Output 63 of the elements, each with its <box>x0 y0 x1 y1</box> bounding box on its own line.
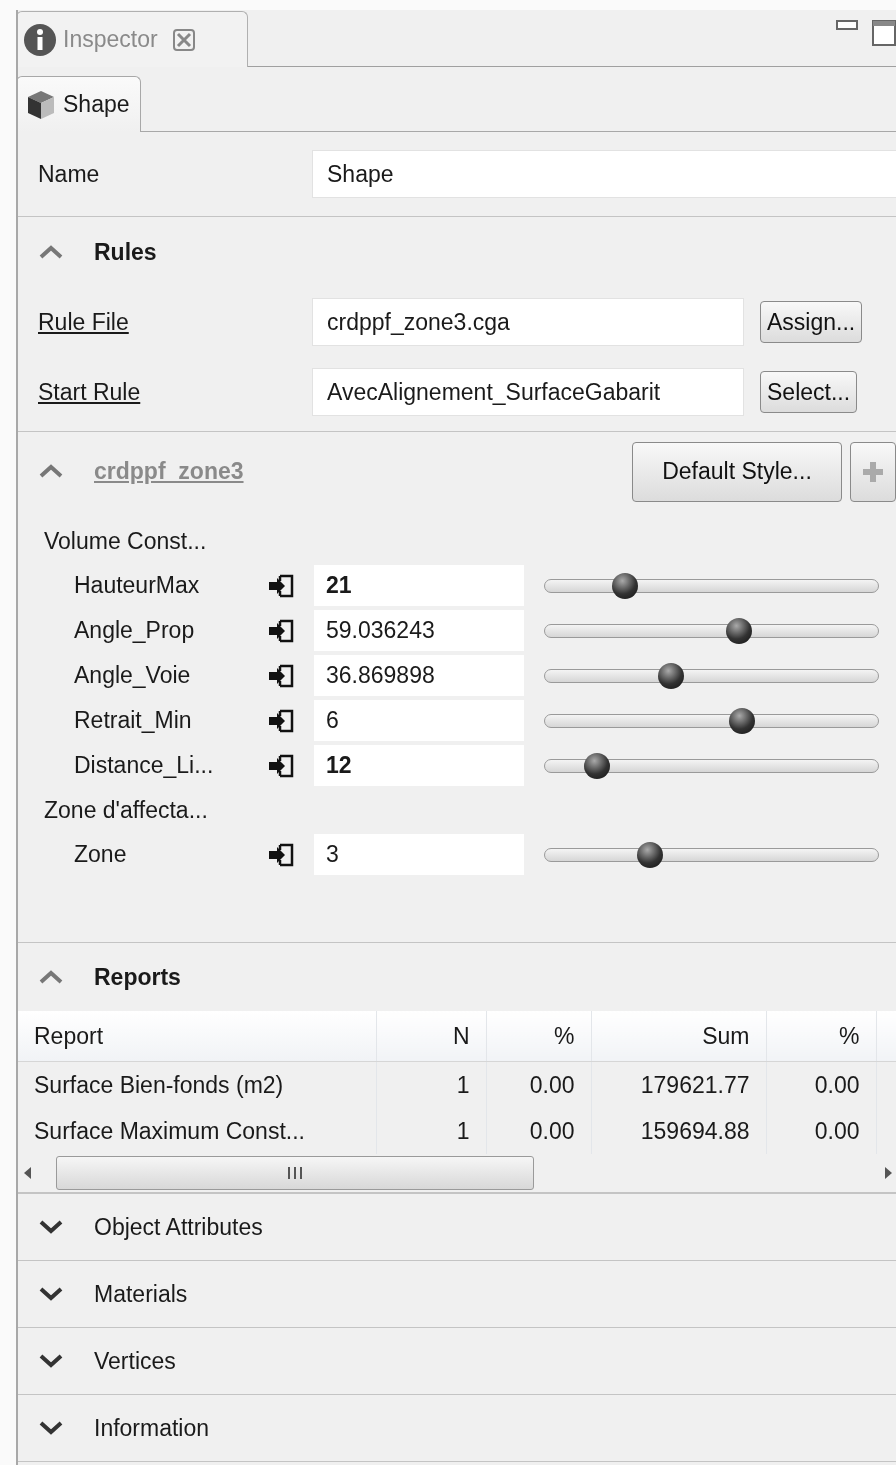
connect-icon[interactable] <box>268 842 294 867</box>
section-title: Rules <box>94 238 157 266</box>
name-field[interactable]: Shape <box>312 150 896 198</box>
name-label: Name <box>37 160 101 188</box>
assign-button[interactable]: Assign... <box>760 301 863 343</box>
table-cell: 0.00 <box>486 1061 591 1108</box>
rule-link[interactable]: Rule File <box>18 308 312 336</box>
section-title: crdppf_zone3 <box>94 458 244 485</box>
connect-icon[interactable] <box>268 753 294 778</box>
chevron-up-icon[interactable] <box>38 968 64 985</box>
parameter-label: Angle_Prop <box>74 617 196 644</box>
rule-link[interactable]: Start Rule <box>18 378 312 406</box>
group-label: Volume Const... <box>43 526 208 556</box>
info-icon <box>23 22 57 57</box>
scroll-right-icon[interactable] <box>884 1166 894 1180</box>
connect-icon[interactable] <box>268 573 294 598</box>
cube-icon <box>27 88 55 121</box>
horizontal-scrollbar[interactable] <box>18 1154 896 1193</box>
slider-track[interactable] <box>544 572 879 599</box>
connect-icon[interactable] <box>268 618 294 643</box>
shape-tab[interactable]: Shape <box>18 76 141 132</box>
slider-track[interactable] <box>544 752 879 779</box>
chevron-down-icon[interactable] <box>38 1352 64 1369</box>
maximize-icon[interactable] <box>872 20 896 46</box>
group-label: Zone d'affecta... <box>43 795 209 825</box>
column-header[interactable]: Report <box>18 1011 376 1062</box>
scroll-left-icon[interactable] <box>22 1166 32 1180</box>
column-header[interactable]: Sum <box>591 1011 766 1062</box>
chevron-down-icon[interactable] <box>38 1285 64 1302</box>
section-title: Vertices <box>94 1347 176 1375</box>
parameter-label: Angle_Voie <box>74 662 192 689</box>
plus-icon <box>862 460 884 483</box>
column-header[interactable]: % <box>766 1011 876 1062</box>
slider-track[interactable] <box>544 662 879 689</box>
assign-button[interactable]: Select... <box>760 371 858 413</box>
column-header[interactable]: N <box>376 1011 486 1062</box>
parameter-label: HauteurMax <box>74 572 201 599</box>
chevron-up-icon[interactable] <box>38 243 64 260</box>
table-cell: 0.00 <box>766 1061 876 1108</box>
section-title: Reports <box>94 963 181 991</box>
slider-track[interactable] <box>544 841 879 868</box>
rule-field[interactable]: AvecAlignement_SurfaceGabarit <box>312 368 744 416</box>
minimize-icon[interactable] <box>836 20 858 32</box>
parameter-label: Distance_Li... <box>74 752 215 779</box>
connect-icon[interactable] <box>268 663 294 688</box>
section-title: Object Attributes <box>94 1213 263 1241</box>
chevron-down-icon[interactable] <box>38 1218 64 1235</box>
rule-field[interactable]: crdppf_zone3.cga <box>312 298 744 346</box>
section-title: Information <box>94 1414 210 1442</box>
scrollbar-thumb[interactable] <box>56 1156 534 1190</box>
slider-track[interactable] <box>544 617 879 644</box>
connect-icon[interactable] <box>268 708 294 733</box>
table-cell: 1 <box>376 1061 486 1108</box>
section-title: Materials <box>94 1280 188 1308</box>
table-cell: 179621.77 <box>591 1061 766 1108</box>
column-header[interactable]: % <box>486 1011 591 1062</box>
parameter-label: Retrait_Min <box>74 707 193 734</box>
chevron-down-icon[interactable] <box>38 1419 64 1436</box>
slider-track[interactable] <box>544 707 879 734</box>
close-icon[interactable] <box>171 27 196 52</box>
table-cell: Surface Bien-fonds (m2) <box>18 1061 376 1108</box>
grip-icon <box>287 1166 303 1180</box>
parameter-label: Zone <box>74 841 128 868</box>
